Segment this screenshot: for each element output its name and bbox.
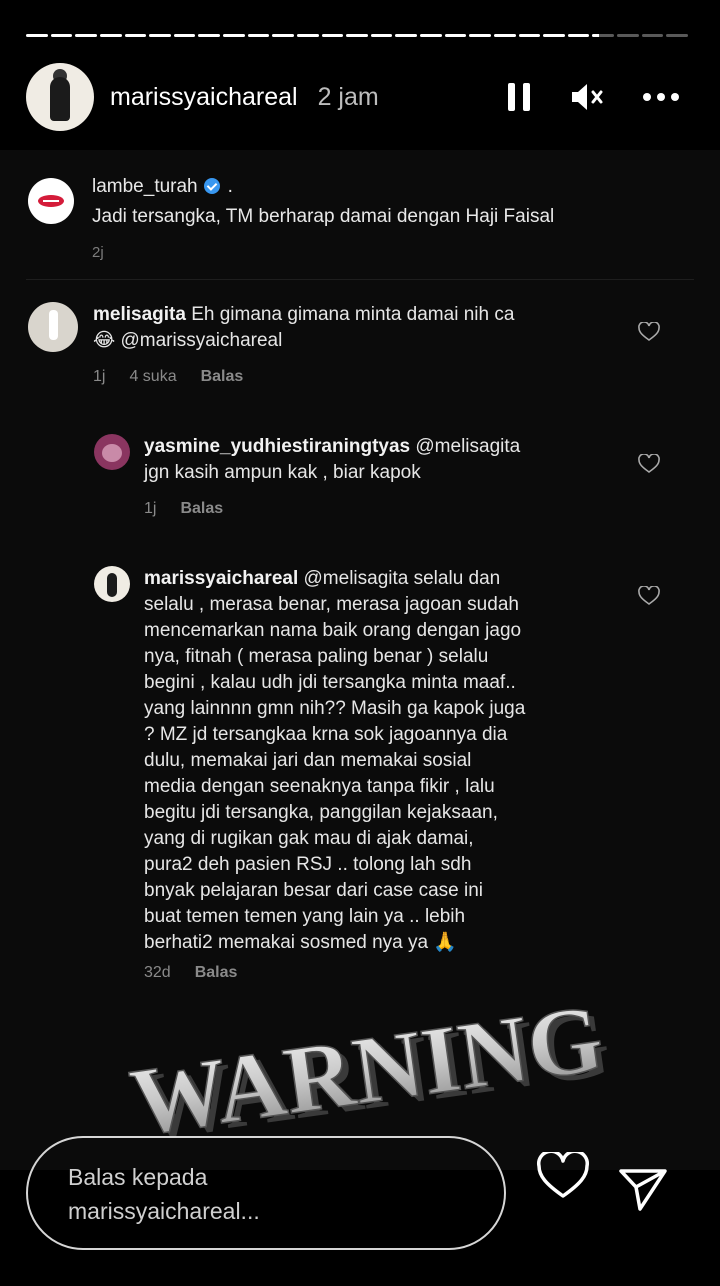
- story-header: marissyaichareal 2 jam: [26, 62, 680, 132]
- post-dot: .: [227, 176, 233, 197]
- comment: melisagita Eh gimana gimana minta damai …: [28, 302, 698, 402]
- comment-time: 1j: [144, 500, 157, 517]
- mute-icon[interactable]: [570, 82, 604, 112]
- progress-segment: [198, 34, 220, 37]
- progress-segment: [50, 34, 73, 37]
- heart-icon[interactable]: [638, 453, 660, 479]
- story-username[interactable]: marissyaichareal: [110, 83, 298, 112]
- progress-segment: [444, 34, 467, 37]
- comment-username: marissyaichareal: [144, 568, 299, 589]
- verified-icon: [203, 178, 220, 194]
- lambe-turah-avatar: [28, 178, 74, 224]
- progress-segment: [617, 34, 639, 37]
- comment-meta: 1j 4 suka Balas: [93, 368, 243, 386]
- avatar[interactable]: [26, 63, 94, 131]
- comment-username: melisagita: [93, 304, 186, 325]
- progress-segment: [395, 34, 417, 37]
- send-icon[interactable]: [618, 1168, 668, 1217]
- heart-icon[interactable]: [638, 321, 660, 347]
- avatar: [28, 302, 78, 352]
- post-caption: Jadi tersangka, TM berharap damai dengan…: [92, 206, 555, 227]
- reply-input[interactable]: Balas kepada marissyaichareal...: [26, 1136, 506, 1250]
- comment: yasmine_yudhiestiraningtyas @melisagita …: [94, 434, 698, 524]
- reply-button[interactable]: Balas: [195, 964, 238, 982]
- more-icon[interactable]: [642, 92, 680, 102]
- post-time: 2j: [92, 244, 104, 261]
- avatar: [94, 566, 130, 602]
- progress-segment: [370, 34, 393, 37]
- progress-segment: [641, 34, 664, 37]
- pause-icon[interactable]: [506, 81, 532, 113]
- comment-meta: 32d Balas: [144, 964, 237, 982]
- comment: marissyaichareal @melisagita selalu dan …: [94, 566, 698, 986]
- progress-segment: [272, 34, 294, 37]
- comment-username: yasmine_yudhiestiraningtyas: [144, 436, 411, 457]
- avatar: [94, 434, 130, 470]
- progress-segment: [296, 34, 319, 37]
- reply-placeholder: Balas kepada marissyaichareal...: [68, 1164, 260, 1224]
- progress-segment: [518, 34, 541, 37]
- heart-icon[interactable]: [638, 585, 660, 611]
- progress-segment: [493, 34, 516, 37]
- progress-segment: [469, 34, 491, 37]
- progress-segment: [666, 34, 688, 37]
- progress-segment: [124, 34, 147, 37]
- comment-likes[interactable]: 4 suka: [129, 368, 176, 386]
- comment-meta: 1j Balas: [144, 500, 223, 518]
- progress-segment: [149, 34, 171, 37]
- comment-text: marissyaichareal @melisagita selalu dan …: [144, 568, 526, 953]
- warning-sticker: WARNING WARNING: [123, 990, 616, 1140]
- story-progress: [26, 34, 688, 38]
- comment-time: 32d: [144, 964, 171, 981]
- reply-button[interactable]: Balas: [180, 500, 223, 518]
- progress-segment: [420, 34, 442, 37]
- heart-icon[interactable]: [536, 1149, 590, 1205]
- progress-segment: [99, 34, 122, 37]
- comment-text: yasmine_yudhiestiraningtyas @melisagita …: [144, 436, 521, 483]
- progress-segment: [567, 34, 590, 37]
- comment-text: melisagita Eh gimana gimana minta damai …: [93, 304, 515, 351]
- progress-segment: [26, 34, 48, 37]
- progress-segment: [247, 34, 270, 37]
- progress-segment: [592, 34, 614, 37]
- reply-button[interactable]: Balas: [201, 368, 244, 386]
- post-account: lambe_turah: [92, 176, 198, 197]
- warning-text: WARNING: [124, 990, 609, 1140]
- post-header: lambe_turah. Jadi tersangka, TM berharap…: [26, 160, 694, 280]
- progress-segment: [543, 34, 565, 37]
- progress-segment: [321, 34, 344, 37]
- progress-segment: [75, 34, 97, 37]
- story-time: 2 jam: [317, 82, 379, 111]
- comment-time: 1j: [93, 368, 106, 385]
- progress-segment: [223, 34, 245, 37]
- progress-segment: [173, 34, 196, 37]
- progress-segment: [346, 34, 368, 37]
